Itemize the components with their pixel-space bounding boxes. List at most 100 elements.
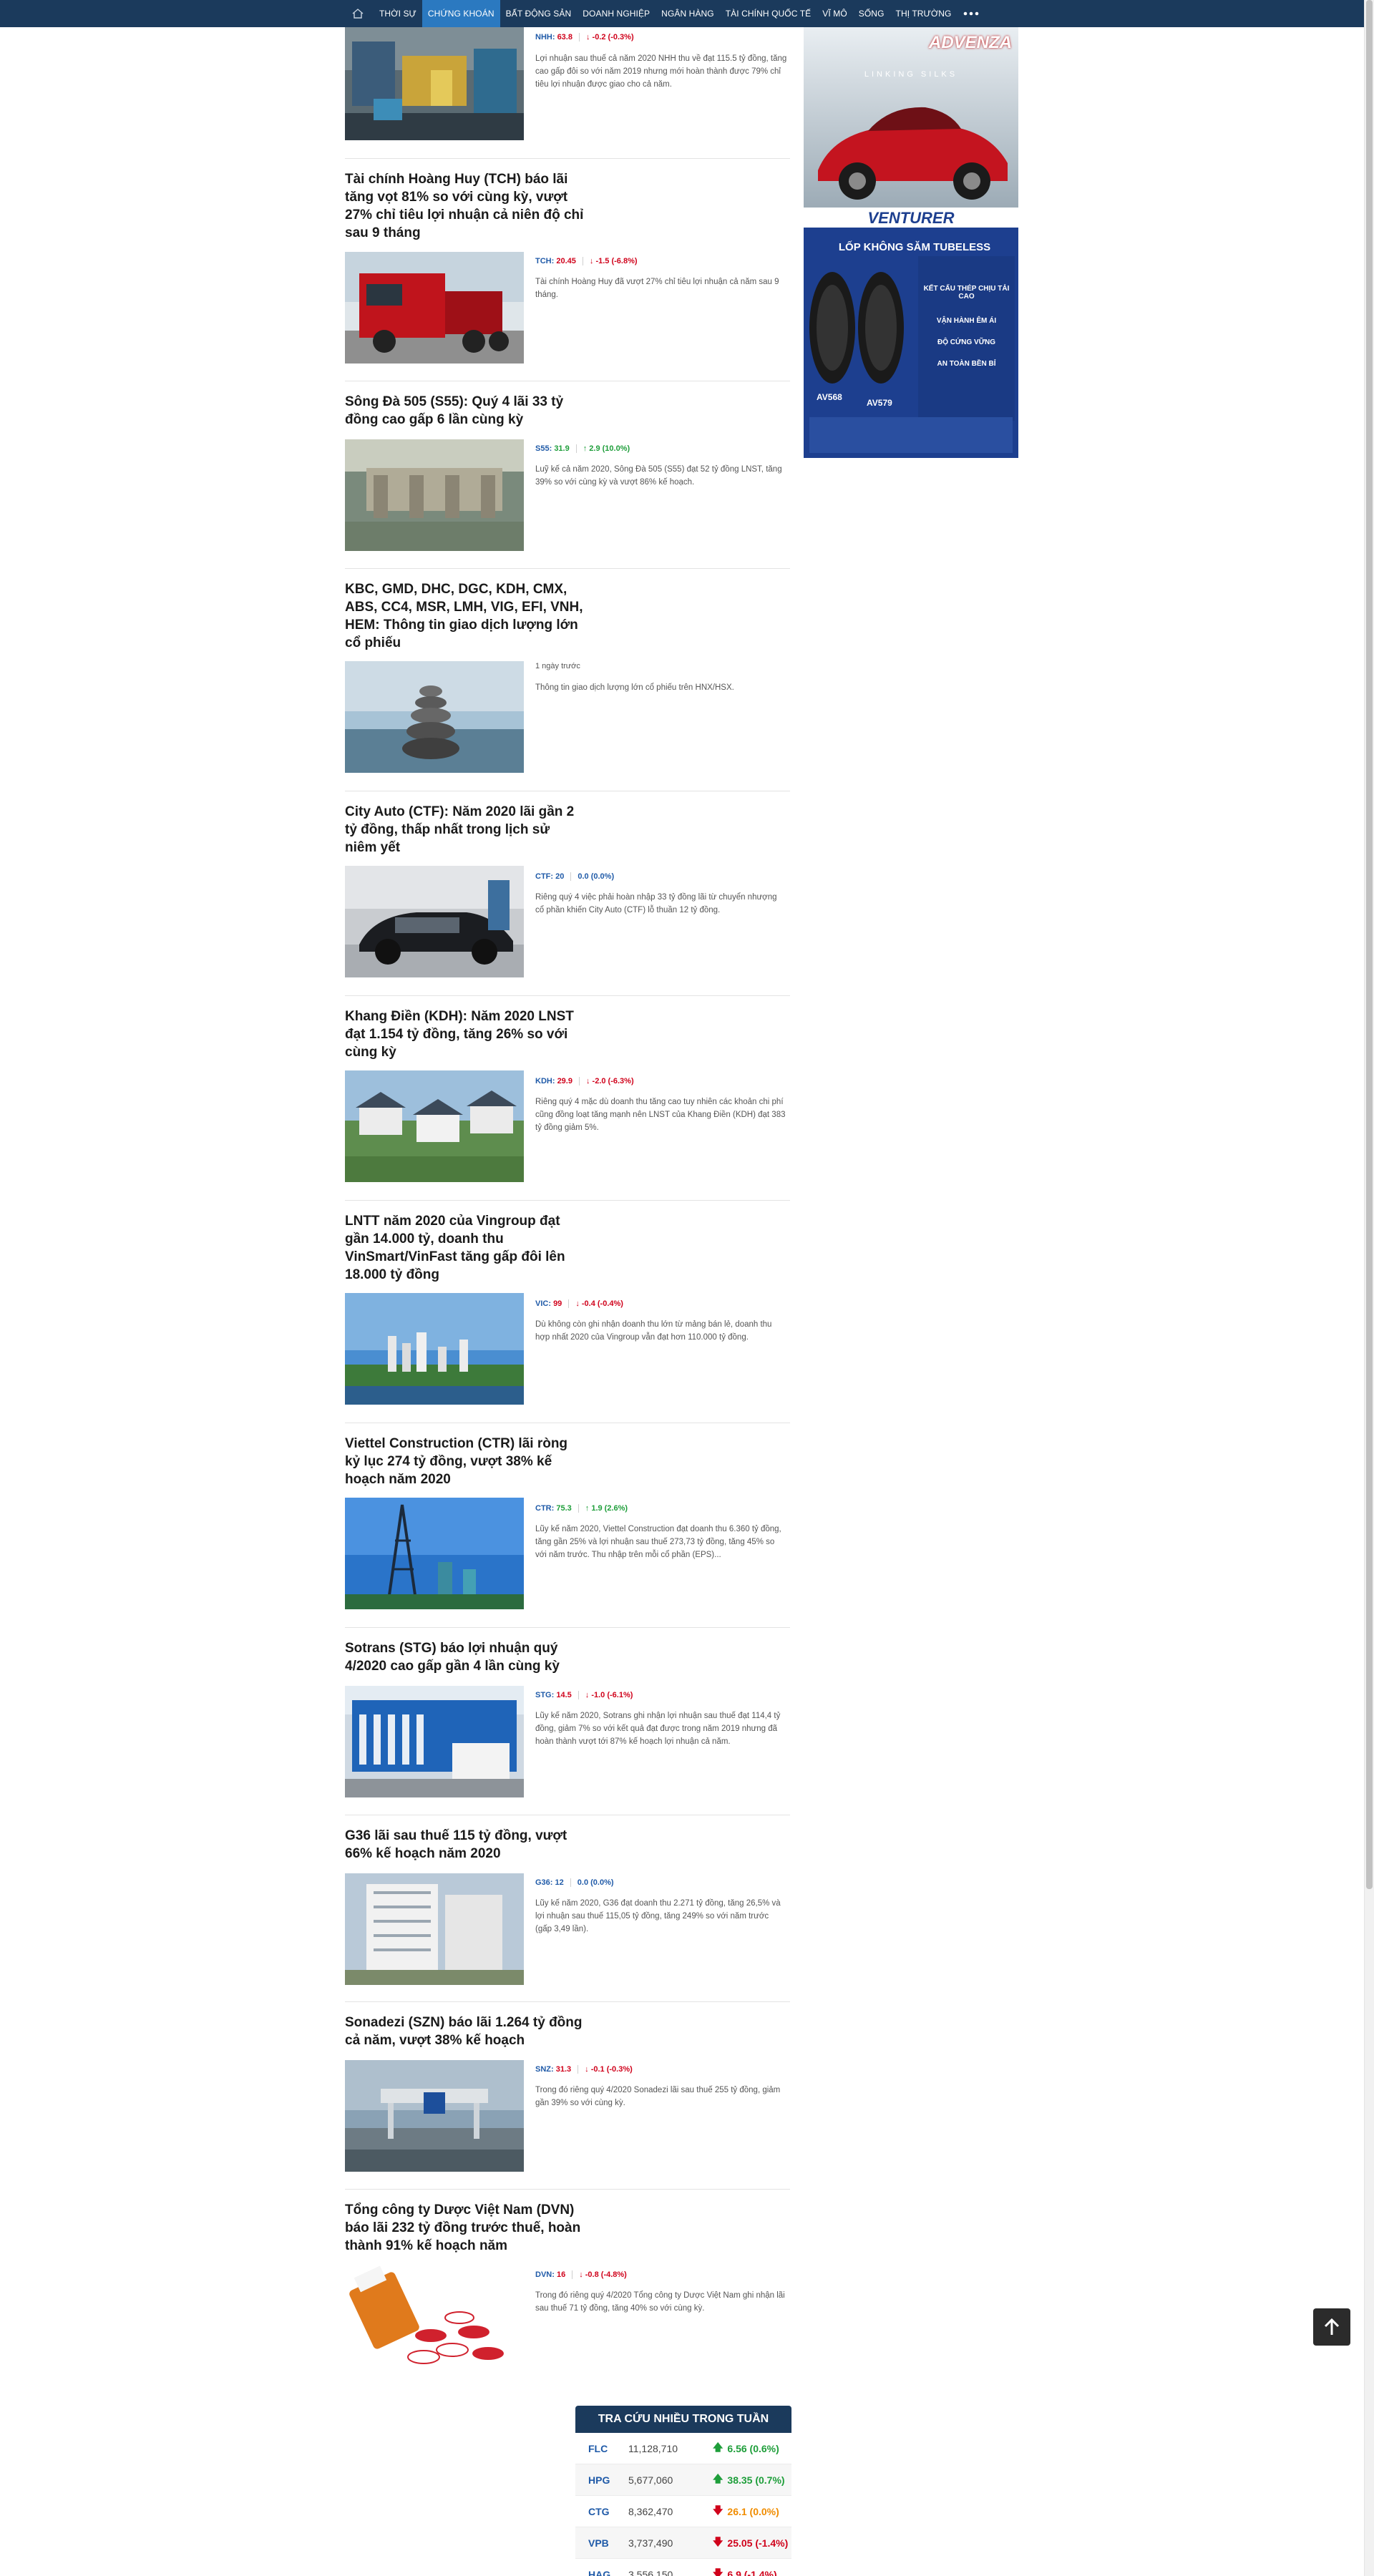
ad-feature: KẾT CẤU THÉP CHỊU TẢI CAO <box>923 285 1010 301</box>
arrow-down-icon: ↓ <box>585 33 590 42</box>
ticker-price: 63.8 <box>557 33 572 42</box>
article-summary: Lợi nhuận sau thuế cả năm 2020 NHH thu v… <box>535 54 787 89</box>
article-thumbnail[interactable] <box>345 1686 524 1797</box>
article-summary: Trong đó riêng quý 4/2020 Tổng công ty D… <box>535 2291 785 2313</box>
article-title[interactable]: LNTT năm 2020 của Vingroup đạt gần 14.00… <box>345 1212 585 1284</box>
ticker-symbol[interactable]: KDH: <box>535 1076 555 1086</box>
ad-headline: LỐP KHÔNG SĂM TUBELESS <box>838 241 991 253</box>
ticker-change: -1.5 (-6.8%) <box>595 257 638 265</box>
ticker-symbol[interactable]: NHH: <box>535 32 555 42</box>
widget-row[interactable]: FLC 11,128,710 🡅 6.56 (0.6%) <box>575 2433 791 2464</box>
ad-feature: ĐỘ CỨNG VỮNG <box>937 338 996 346</box>
arrow-up-icon: 🡅 <box>713 2441 723 2453</box>
article-title[interactable]: G36 lãi sau thuế 115 tỷ đồng, vượt 66% k… <box>345 1827 585 1863</box>
more-icon[interactable] <box>958 0 985 27</box>
article-item: KBC, GMD, DHC, DGC, KDH, CMX, ABS, CC4, … <box>345 569 790 791</box>
article-thumbnail[interactable] <box>345 2060 524 2172</box>
ticker-change: 0.0 (0.0%) <box>577 1878 614 1887</box>
widget-symbol[interactable]: HPG <box>575 2474 628 2486</box>
article-title[interactable]: KBC, GMD, DHC, DGC, KDH, CMX, ABS, CC4, … <box>345 580 585 652</box>
widget-row[interactable]: HAG 3,556,150 🡇 6.9 (-1.4%) <box>575 2559 791 2576</box>
article-title[interactable]: City Auto (CTF): Năm 2020 lãi gần 2 tỷ đ… <box>345 803 585 857</box>
stock-info: CTF: 20 0.0 (0.0%) <box>535 872 614 882</box>
article-summary: Lũy kế năm 2020, G36 đạt doanh thu 2.271… <box>535 1899 781 1933</box>
widget-change: 26.1 (0.0%) <box>727 2505 779 2517</box>
arrow-up-icon: ↑ <box>585 1504 590 1513</box>
arrow-up-icon: 🡅 <box>713 2472 723 2484</box>
widget-symbol[interactable]: FLC <box>575 2443 628 2454</box>
article-summary: Riêng quý 4 việc phải hoàn nhập 33 tỷ đồ… <box>535 893 777 914</box>
stock-info: G36: 12 0.0 (0.0%) <box>535 1878 614 1888</box>
article-thumbnail[interactable] <box>345 439 524 551</box>
widget-change: 38.35 (0.7%) <box>727 2474 785 2486</box>
arrow-up-icon <box>1324 2318 1340 2335</box>
widget-row[interactable]: VPB 3,737,490 🡇 25.05 (-1.4%) <box>575 2527 791 2559</box>
ticker-change: -0.4 (-0.4%) <box>581 1299 623 1308</box>
time-ago: 1 ngày trước <box>535 662 580 670</box>
ticker-symbol[interactable]: S55: <box>535 444 552 454</box>
widget-change: 6.9 (-1.4%) <box>727 2568 777 2576</box>
stock-info: CTR: 75.3 ↑ 1.9 (2.6%) <box>535 1503 628 1513</box>
article-title[interactable]: Tổng công ty Dược Việt Nam (DVN) báo lãi… <box>345 2201 585 2255</box>
ticker-symbol[interactable]: SNZ: <box>535 2064 554 2074</box>
arrow-down-icon: 🡇 <box>713 2567 723 2576</box>
page-scrollbar[interactable] <box>1364 0 1374 2576</box>
article-thumbnail[interactable] <box>345 1293 524 1405</box>
ticker-symbol[interactable]: STG: <box>535 1690 554 1700</box>
arrow-down-icon: ↓ <box>589 257 594 265</box>
widget-change: 25.05 (-1.4%) <box>727 2537 789 2549</box>
article-summary: Luỹ kế cả năm 2020, Sông Đà 505 (S55) đạ… <box>535 465 782 487</box>
ticker-price: 16 <box>556 2270 566 2279</box>
widget-symbol[interactable]: CTG <box>575 2506 628 2517</box>
ticker-change: 0.0 (0.0%) <box>578 872 615 881</box>
scrollbar-thumb[interactable] <box>1366 0 1373 1889</box>
article-thumbnail[interactable] <box>345 1498 524 1609</box>
ad-model: AV579 <box>867 398 892 408</box>
widget-symbol[interactable]: VPB <box>575 2537 628 2549</box>
ticker-symbol[interactable]: TCH: <box>535 256 554 266</box>
back-to-top-button[interactable] <box>1313 2308 1350 2346</box>
nav-item-thi-truong[interactable]: THỊ TRƯỜNG <box>890 0 958 27</box>
article-thumbnail[interactable] <box>345 661 524 773</box>
article-thumbnail[interactable] <box>345 866 524 977</box>
article-title[interactable]: Sông Đà 505 (S55): Quý 4 lãi 33 tỷ đồng … <box>345 393 585 429</box>
article-title[interactable]: Khang Điền (KDH): Năm 2020 LNST đạt 1.15… <box>345 1008 585 1061</box>
nav-item-vi-mo[interactable]: VĨ MÔ <box>817 0 853 27</box>
article-thumbnail[interactable] <box>345 27 524 140</box>
ticker-symbol[interactable]: CTR: <box>535 1503 554 1513</box>
widget-symbol[interactable]: HAG <box>575 2569 628 2576</box>
ticker-symbol[interactable]: G36: <box>535 1878 552 1888</box>
widget-row[interactable]: CTG 8,362,470 🡇 26.1 (0.0%) <box>575 2496 791 2527</box>
article-item: G36 lãi sau thuế 115 tỷ đồng, vượt 66% k… <box>345 1815 790 2002</box>
widget-volume: 5,677,060 <box>628 2474 673 2486</box>
ticker-symbol[interactable]: DVN: <box>535 2270 555 2280</box>
ticker-price: 14.5 <box>556 1691 572 1699</box>
article-title[interactable]: Sotrans (STG) báo lợi nhuận quý 4/2020 c… <box>345 1639 585 1675</box>
article-thumbnail[interactable] <box>345 1873 524 1985</box>
ticker-price: 99 <box>553 1299 562 1308</box>
ticker-symbol[interactable]: CTF: <box>535 872 553 882</box>
ticker-change: -2.0 (-6.3%) <box>592 1077 634 1085</box>
stock-info: VIC: 99 ↓ -0.4 (-0.4%) <box>535 1299 623 1309</box>
ad-sub: LINKING SILKS <box>864 70 958 79</box>
ticker-symbol[interactable]: VIC: <box>535 1299 551 1309</box>
ticker-price: 29.9 <box>557 1077 572 1085</box>
article-thumbnail[interactable] <box>345 252 524 364</box>
article-thumbnail[interactable] <box>345 1070 524 1182</box>
stock-info: KDH: 29.9 ↓ -2.0 (-6.3%) <box>535 1076 634 1086</box>
article-summary: Thông tin giao dịch lượng lớn cổ phiếu t… <box>535 683 734 692</box>
ticker-change: -1.0 (-6.1%) <box>591 1691 633 1699</box>
article-title[interactable]: Viettel Construction (CTR) lãi ròng kỷ l… <box>345 1435 585 1488</box>
widget-row[interactable]: HPG 5,677,060 🡅 38.35 (0.7%) <box>575 2464 791 2496</box>
article-item: Khang Điền (KDH): Năm 2020 LNST đạt 1.15… <box>345 996 790 1201</box>
advertisement-banner[interactable]: ADVENZA LINKING SILKS VENTURER LỐP KHÔNG… <box>804 27 1018 458</box>
arrow-down-icon: 🡇 <box>713 2504 723 2516</box>
nav-item-song[interactable]: SỐNG <box>853 0 890 27</box>
article-thumbnail[interactable] <box>345 2264 524 2376</box>
article-summary: Tài chính Hoàng Huy đã vượt 27% chỉ tiêu… <box>535 278 779 299</box>
ticker-change: 1.9 (2.6%) <box>591 1504 628 1513</box>
article-title[interactable]: Sonadezi (SZN) báo lãi 1.264 tỷ đồng cả … <box>345 2014 585 2049</box>
ticker-change: -0.2 (-0.3%) <box>592 33 634 42</box>
article-item: Sonadezi (SZN) báo lãi 1.264 tỷ đồng cả … <box>345 2002 790 2190</box>
article-title[interactable]: Tài chính Hoàng Huy (TCH) báo lãi tăng v… <box>345 170 585 242</box>
